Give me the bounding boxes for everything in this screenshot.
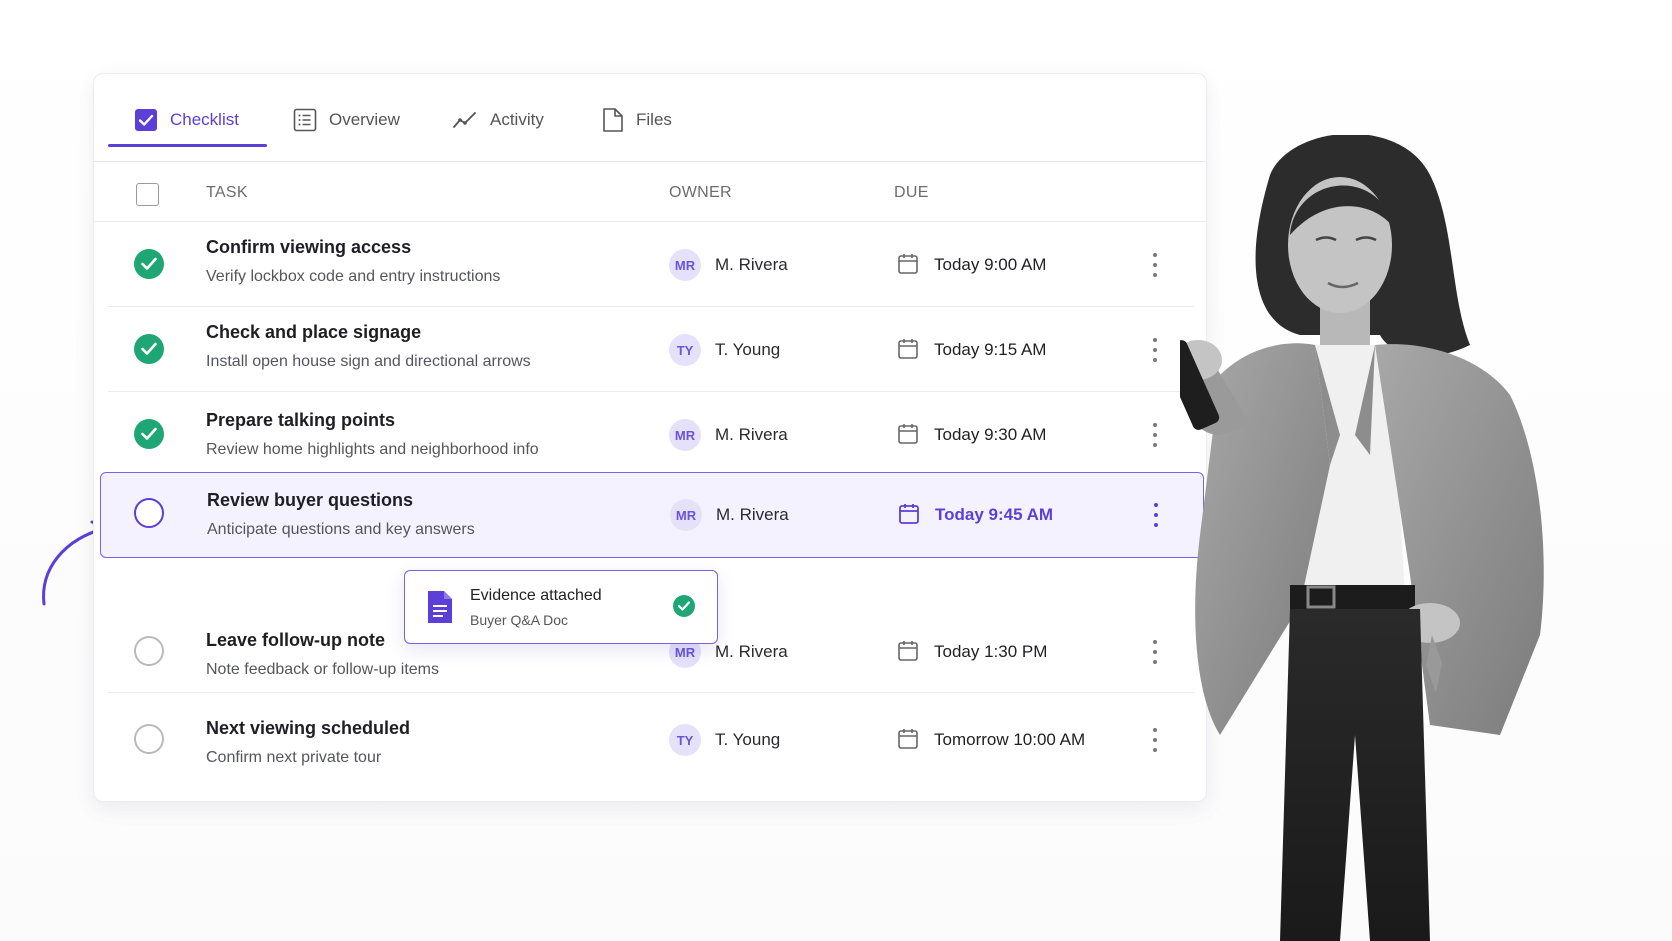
due-time: Today 9:30 AM [934, 425, 1047, 444]
tab-checklist[interactable]: Checklist [134, 96, 239, 144]
due-time: Tomorrow 10:00 AM [934, 730, 1086, 749]
evidence-attached-card[interactable]: Evidence attached Buyer Q&A Doc [404, 570, 718, 644]
tab-label: Activity [490, 110, 544, 129]
calendar-icon [898, 641, 918, 661]
owner-name: T. Young [715, 340, 781, 359]
evidence-subtitle: Buyer Q&A Doc [470, 612, 569, 628]
calendar-icon [898, 339, 918, 359]
avatar: TY [669, 334, 701, 366]
table-header: TASK OWNER DUE [94, 163, 1206, 222]
table-row[interactable]: Next viewing scheduled Confirm next priv… [108, 693, 1194, 785]
avatar: MR [670, 499, 702, 531]
owner-name: M. Rivera [715, 642, 788, 661]
task-title: Next viewing scheduled [206, 718, 411, 738]
avatar: TY [669, 724, 701, 756]
check-circle-icon [673, 595, 695, 617]
table-row-selected[interactable]: Review buyer questions Anticipate questi… [100, 472, 1204, 558]
checkbox-icon [135, 109, 157, 131]
completed-check-icon[interactable] [134, 249, 164, 279]
more-options-icon[interactable] [1149, 503, 1163, 527]
task-subtitle: Verify lockbox code and entry instructio… [206, 268, 501, 285]
more-options-icon[interactable] [1148, 640, 1162, 664]
incomplete-circle-icon[interactable] [134, 724, 164, 754]
completed-check-icon[interactable] [134, 334, 164, 364]
task-title: Check and place signage [206, 322, 422, 342]
calendar-icon [898, 424, 918, 444]
select-all-checkbox[interactable] [136, 183, 159, 206]
avatar: MR [669, 419, 701, 451]
tab-files[interactable]: Files [602, 96, 672, 144]
owner-name: M. Rivera [716, 505, 789, 524]
header-due: DUE [894, 184, 929, 201]
table-row[interactable]: Check and place signage Install open hou… [108, 307, 1194, 392]
avatar: MR [669, 249, 701, 281]
more-options-icon[interactable] [1148, 253, 1162, 277]
due-time: Today 9:45 AM [935, 505, 1054, 524]
calendar-icon [899, 504, 919, 524]
more-options-icon[interactable] [1148, 338, 1162, 362]
due-time: Today 1:30 PM [934, 642, 1048, 661]
calendar-icon [898, 729, 918, 749]
tab-label: Overview [329, 110, 400, 129]
task-subtitle: Note feedback or follow-up items [206, 661, 439, 678]
file-icon [603, 108, 623, 132]
task-subtitle: Confirm next private tour [206, 749, 382, 766]
task-title: Leave follow-up note [206, 630, 386, 650]
task-title: Review buyer questions [207, 490, 414, 510]
completed-check-icon[interactable] [134, 419, 164, 449]
document-icon [428, 591, 452, 623]
more-options-icon[interactable] [1148, 728, 1162, 752]
task-title: Prepare talking points [206, 410, 396, 430]
owner-name: M. Rivera [715, 425, 788, 444]
agent-with-phone-photo [1180, 135, 1544, 941]
task-subtitle: Anticipate questions and key answers [207, 521, 475, 538]
tab-label: Checklist [170, 110, 239, 129]
task-title: Confirm viewing access [206, 237, 412, 257]
owner-name: M. Rivera [715, 255, 788, 274]
in-progress-circle-icon[interactable] [134, 498, 164, 528]
incomplete-circle-icon[interactable] [134, 636, 164, 666]
checklist-card: Checklist Overview Activity Files TASK O… [93, 73, 1207, 802]
more-options-icon[interactable] [1148, 423, 1162, 447]
due-time: Today 9:00 AM [934, 255, 1047, 274]
activity-icon [453, 112, 476, 128]
task-subtitle: Install open house sign and directional … [206, 353, 531, 370]
list-icon [293, 108, 317, 132]
calendar-icon [898, 254, 918, 274]
tab-label: Files [636, 110, 672, 129]
table-row[interactable]: Prepare talking points Review home highl… [108, 392, 1194, 477]
header-task: TASK [206, 184, 248, 201]
stage: Checklist Overview Activity Files TASK O… [0, 0, 1672, 941]
evidence-title: Evidence attached [470, 587, 602, 604]
tab-overview[interactable]: Overview [293, 96, 400, 144]
table-row[interactable]: Confirm viewing access Verify lockbox co… [108, 222, 1194, 307]
active-tab-indicator [108, 144, 267, 147]
header-owner: OWNER [669, 184, 732, 201]
task-subtitle: Review home highlights and neighborhood … [206, 441, 539, 458]
due-time: Today 9:15 AM [934, 340, 1047, 359]
tab-bar: Checklist Overview Activity Files [94, 74, 1206, 162]
tab-activity[interactable]: Activity [452, 96, 544, 144]
owner-name: T. Young [715, 730, 781, 749]
